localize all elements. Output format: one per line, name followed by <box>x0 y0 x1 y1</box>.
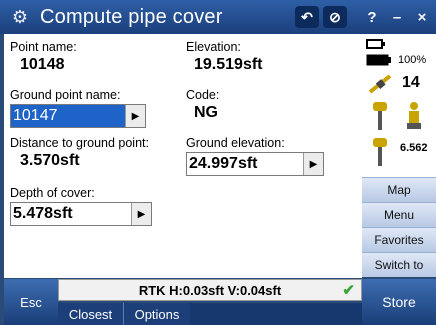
satellite-count: 14 <box>402 74 420 91</box>
undo-icon[interactable]: ↶ <box>295 6 319 28</box>
pdop-value: 6.562 <box>400 142 428 154</box>
elevation-value: 19.519sft <box>194 56 263 73</box>
main-panel: Point name: 10148 Elevation: 19.519sft G… <box>4 34 362 278</box>
close-button[interactable]: × <box>411 6 433 28</box>
ground-elevation-input[interactable]: 24.997sft <box>187 153 303 175</box>
depth-of-cover-field[interactable]: 5.478sft ▶ <box>10 202 152 226</box>
ground-elevation-label: Ground elevation: <box>186 136 285 150</box>
help-button[interactable]: ? <box>361 6 383 28</box>
gear-icon[interactable]: ⚙ <box>8 5 32 29</box>
ground-point-name-input[interactable]: 10147 <box>11 105 125 127</box>
disabled-icon[interactable]: ⊘ <box>323 6 347 28</box>
side-menu: Map Menu Favorites Switch to <box>362 177 436 277</box>
distance-label: Distance to ground point: <box>10 136 149 150</box>
favorites-button[interactable]: Favorites <box>362 227 436 252</box>
ground-elevation-field[interactable]: 24.997sft ▶ <box>186 152 324 176</box>
elevation-label: Elevation: <box>186 40 241 54</box>
map-button[interactable]: Map <box>362 177 436 202</box>
check-icon: ✔ <box>342 282 355 299</box>
point-name-value: 10148 <box>20 56 65 73</box>
code-label: Code: <box>186 88 220 102</box>
menu-button[interactable]: Menu <box>362 202 436 227</box>
expand-arrow-icon[interactable]: ▶ <box>125 105 145 127</box>
battery-percent: 100% <box>398 54 427 66</box>
survey-person-icon[interactable] <box>402 100 426 132</box>
ground-point-name-label: Ground point name: <box>10 88 121 102</box>
depth-of-cover-input[interactable]: 5.478sft <box>11 203 131 225</box>
store-button[interactable]: Store <box>362 279 436 325</box>
distance-value: 3.570sft <box>20 152 80 169</box>
expand-arrow-icon[interactable]: ▶ <box>303 153 323 175</box>
depth-of-cover-label: Depth of cover: <box>10 186 95 200</box>
code-value: NG <box>194 104 218 121</box>
switch-to-button[interactable]: Switch to <box>362 252 436 277</box>
point-name-label: Point name: <box>10 40 77 54</box>
power-plug-icon <box>366 39 385 49</box>
window-title: Compute pipe cover <box>40 5 223 28</box>
rover-icon[interactable] <box>370 136 390 168</box>
esc-button[interactable]: Esc <box>4 279 58 325</box>
title-bar: ⚙ Compute pipe cover ↶ ⊘ ? – × <box>0 0 436 34</box>
softkey-bar-fill <box>190 303 362 325</box>
closest-button[interactable]: Closest <box>58 303 124 325</box>
receiver-icon[interactable] <box>370 100 390 132</box>
status-panel: 100% 14 6.562 <box>362 34 436 177</box>
rtk-status-bar: RTK H:0.03sft V:0.04sft ✔ <box>58 279 362 301</box>
expand-arrow-icon[interactable]: ▶ <box>131 203 151 225</box>
ground-point-name-field[interactable]: 10147 ▶ <box>10 104 146 128</box>
rtk-precision-text: RTK H:0.03sft V:0.04sft <box>138 282 282 298</box>
minimize-button[interactable]: – <box>386 6 408 28</box>
options-button[interactable]: Options <box>124 303 190 325</box>
satellite-icon[interactable] <box>366 72 394 96</box>
battery-icon <box>366 54 391 66</box>
